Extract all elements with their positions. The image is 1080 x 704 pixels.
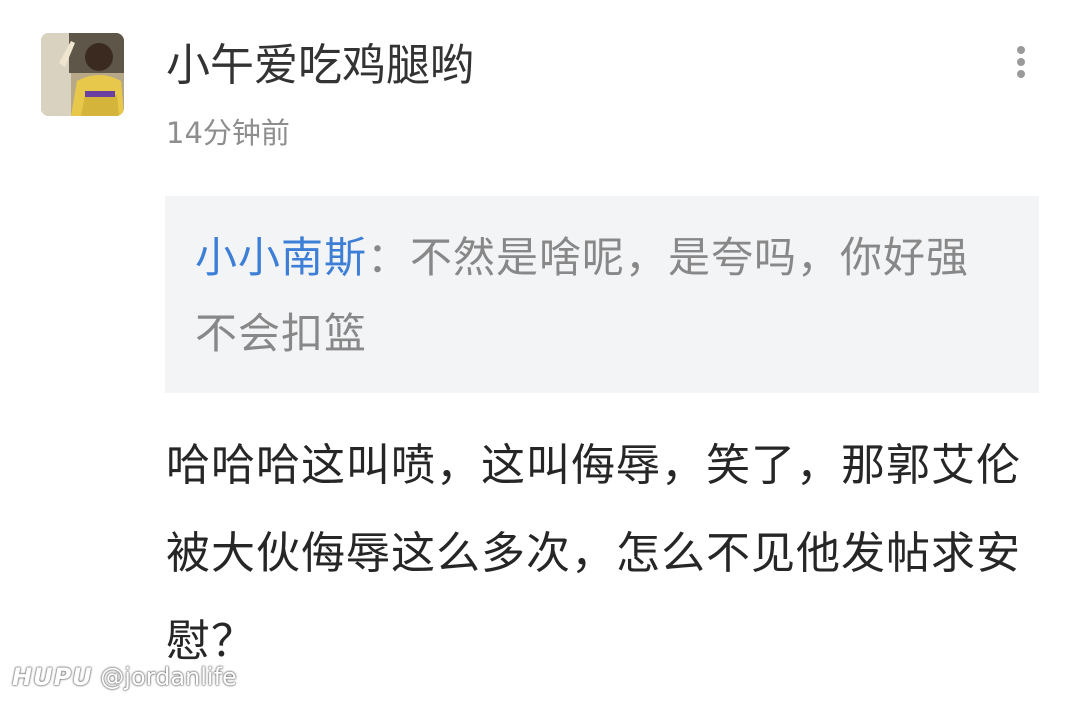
comment-card: 小午爱吃鸡腿哟 14分钟前 小小南斯：不然是啥呢，是夸吗，你好强不会扣篮 哈哈哈…	[0, 0, 1080, 704]
quote-author-link[interactable]: 小小南斯	[195, 233, 367, 282]
watermark-brand: HUPU	[12, 663, 93, 691]
avatar-image	[41, 33, 124, 116]
quote-text-block: 小小南斯：不然是啥呢，是夸吗，你好强不会扣篮	[195, 220, 1009, 372]
comment-body: 哈哈哈这叫喷，这叫侮辱，笑了，那郭艾伦被大伙侮辱这么多次，怎么不见他发帖求安慰？	[166, 440, 1021, 667]
watermark-handle: @jordanlife	[100, 663, 237, 691]
more-options-button[interactable]	[1005, 40, 1037, 84]
quote-separator: ：	[367, 233, 411, 282]
timestamp: 14分钟前	[166, 116, 290, 150]
quoted-reply[interactable]: 小小南斯：不然是啥呢，是夸吗，你好强不会扣篮	[165, 196, 1039, 393]
username[interactable]: 小午爱吃鸡腿哟	[166, 36, 474, 96]
avatar[interactable]	[41, 33, 124, 116]
watermark: HUPU @jordanlife	[12, 662, 237, 692]
